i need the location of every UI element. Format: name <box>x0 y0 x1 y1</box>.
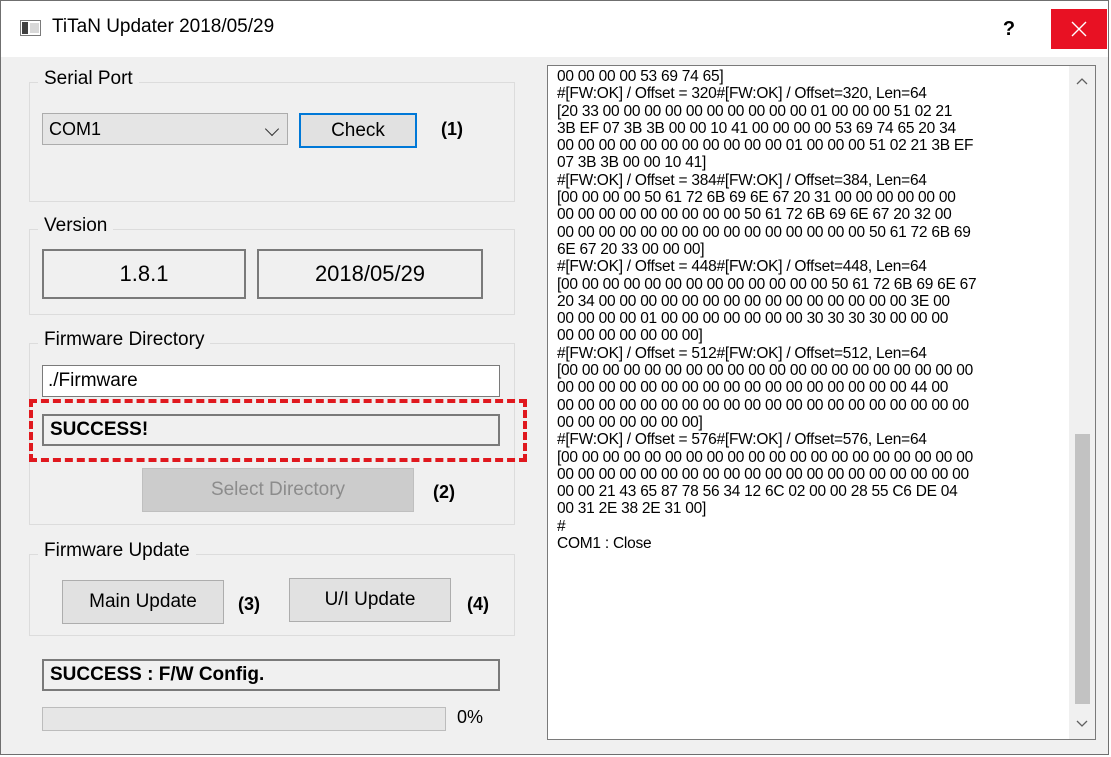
firmware-path-input[interactable]: ./Firmware <box>42 365 500 397</box>
vertical-scrollbar[interactable] <box>1069 66 1095 739</box>
check-button[interactable]: Check <box>299 113 417 148</box>
title-bar[interactable]: TiTaN Updater 2018/05/29 ? <box>1 1 1108 57</box>
select-directory-button[interactable]: Select Directory <box>142 468 414 512</box>
updater-window: TiTaN Updater 2018/05/29 ? Serial Port C… <box>0 0 1109 755</box>
help-button[interactable]: ? <box>986 9 1032 49</box>
firmware-directory-group-label: Firmware Directory <box>38 329 211 351</box>
serial-port-group-label: Serial Port <box>38 68 139 90</box>
update-status-field: SUCCESS : F/W Config. <box>42 659 500 691</box>
highlight-box <box>29 399 527 462</box>
progress-percent: 0% <box>457 707 484 727</box>
ui-update-button[interactable]: U/I Update <box>289 578 451 622</box>
serial-port-select[interactable]: COM1 <box>42 113 288 145</box>
version-group-label: Version <box>38 215 114 237</box>
scroll-down-button[interactable] <box>1069 709 1095 739</box>
main-update-button[interactable]: Main Update <box>62 580 224 624</box>
serial-port-value: COM1 <box>49 119 102 139</box>
step-label-2: (2) <box>433 482 455 502</box>
close-icon <box>1071 21 1087 37</box>
firmware-update-group-label: Firmware Update <box>38 540 196 562</box>
step-label-1: (1) <box>441 119 463 139</box>
close-button[interactable] <box>1051 9 1107 49</box>
log-panel[interactable]: 00 00 00 00 53 69 74 65] #[FW:OK] / Offs… <box>547 65 1096 740</box>
version-number: 1.8.1 <box>42 249 246 299</box>
scrollbar-thumb[interactable] <box>1075 434 1090 704</box>
step-label-4: (4) <box>467 594 489 614</box>
progress-bar <box>42 707 446 731</box>
scroll-up-button[interactable] <box>1069 66 1095 96</box>
window-title: TiTaN Updater 2018/05/29 <box>52 16 275 37</box>
chevron-down-icon <box>1076 720 1088 727</box>
version-date: 2018/05/29 <box>257 249 483 299</box>
log-text: 00 00 00 00 53 69 74 65] #[FW:OK] / Offs… <box>557 68 977 553</box>
chevron-up-icon <box>1076 78 1088 85</box>
chevron-down-icon <box>264 121 280 137</box>
app-icon <box>20 20 41 36</box>
step-label-3: (3) <box>238 594 260 614</box>
